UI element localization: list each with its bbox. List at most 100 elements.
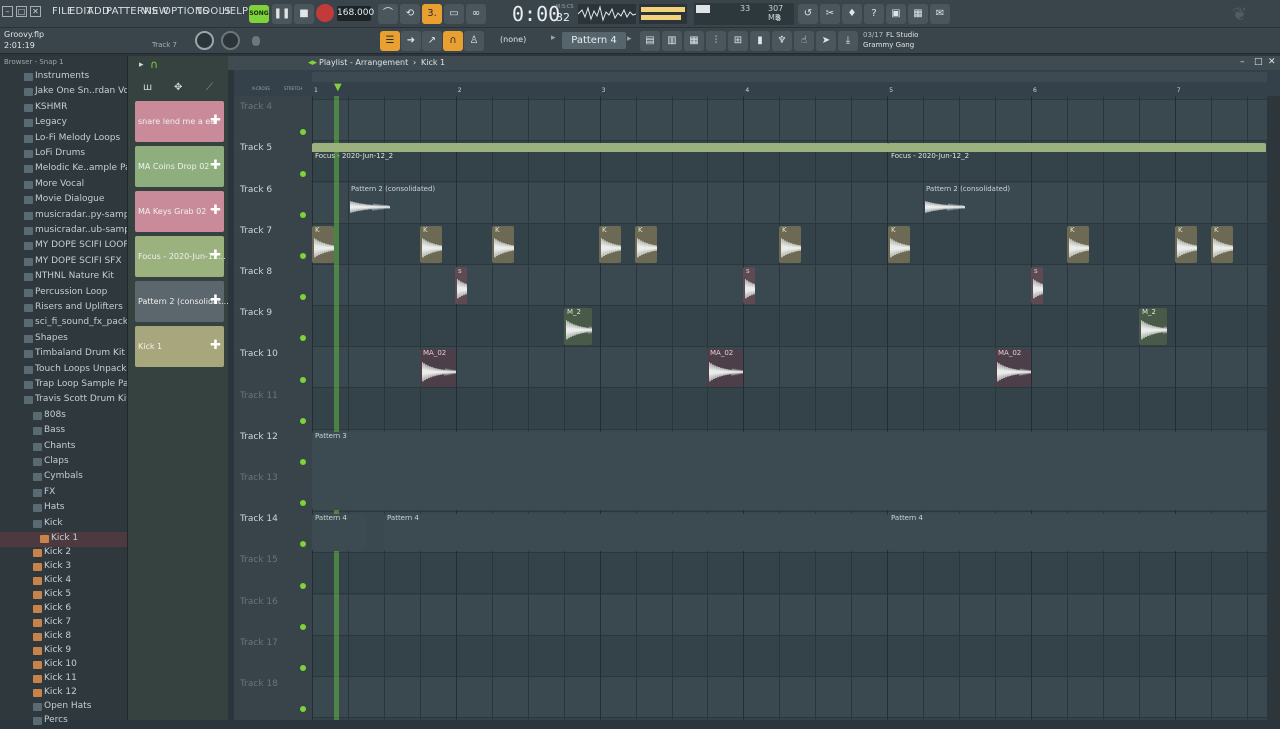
- tempo-display[interactable]: 168.000: [337, 6, 374, 21]
- browser-file[interactable]: Kick 12: [0, 686, 127, 701]
- playlist-icon[interactable]: ▤: [640, 31, 660, 51]
- browser-folder[interactable]: NTHNL Nature Kit: [0, 270, 127, 285]
- close-icon[interactable]: ✕: [30, 6, 41, 17]
- track-name[interactable]: Track 6: [240, 185, 272, 195]
- browser-file[interactable]: Kick 7: [0, 616, 127, 631]
- help-icon[interactable]: ?: [864, 4, 884, 24]
- add-clip-icon[interactable]: ✚: [210, 338, 221, 353]
- menu-help[interactable]: HELP: [222, 6, 248, 17]
- picker-clip[interactable]: MA Coins Drop 02 ✚: [135, 146, 224, 187]
- save-icon[interactable]: ▣: [886, 4, 906, 24]
- browser-folder[interactable]: Touch Loops Unpack: [0, 363, 127, 378]
- browser-file[interactable]: Kick 9: [0, 644, 127, 659]
- browser-folder[interactable]: Timbaland Drum Kit: [0, 347, 127, 362]
- bar-number[interactable]: 4: [745, 87, 749, 94]
- chat-icon[interactable]: ✉: [930, 4, 950, 24]
- audio-clip-pattern2[interactable]: Pattern 2 (consolidated): [923, 185, 1033, 222]
- browser-file[interactable]: Kick 6: [0, 602, 127, 617]
- track-name[interactable]: Track 13: [240, 473, 278, 483]
- track-name[interactable]: Track 12: [240, 432, 278, 442]
- track-mute-led[interactable]: [300, 623, 306, 630]
- browser-folder[interactable]: Instruments: [0, 70, 127, 85]
- bar-number[interactable]: 1: [314, 87, 318, 94]
- audio-clip-kick[interactable]: K: [1211, 225, 1233, 263]
- main-volume-knob[interactable]: [195, 31, 214, 50]
- audio-clip-snare[interactable]: s: [743, 267, 755, 305]
- record-button[interactable]: [316, 4, 334, 22]
- browser-file[interactable]: Kick 5: [0, 588, 127, 603]
- browser-file[interactable]: Kick 11: [0, 672, 127, 687]
- audio-clip-coins[interactable]: M_2: [1139, 308, 1167, 346]
- plugin-icon[interactable]: ♆: [772, 31, 792, 51]
- browser-subfolder[interactable]: FX: [0, 486, 127, 501]
- wait-input-icon[interactable]: ⟲: [400, 4, 420, 24]
- browser-subfolder[interactable]: Open Hats: [0, 700, 127, 715]
- browser-folder[interactable]: Risers and Uplifters: [0, 301, 127, 316]
- pattern-next-arrow-icon[interactable]: ▸: [627, 34, 632, 44]
- grid-icon[interactable]: ▦: [908, 4, 928, 24]
- picker-clip[interactable]: Kick 1 ✚: [135, 326, 224, 367]
- browser-folder[interactable]: Shapes: [0, 332, 127, 347]
- track-name[interactable]: Track 4: [240, 102, 272, 112]
- browser-subfolder[interactable]: 808s: [0, 409, 127, 424]
- bar-number[interactable]: 5: [889, 87, 893, 94]
- add-clip-icon[interactable]: ✚: [210, 158, 221, 173]
- browser-folder[interactable]: musicradar..py-samples: [0, 209, 127, 224]
- countdown-icon[interactable]: 3.: [422, 4, 442, 24]
- audio-clip-kick[interactable]: K: [888, 225, 910, 263]
- picker-brush-icon[interactable]: ⟋: [206, 82, 213, 93]
- audio-clip-focus[interactable]: Focus - 2020-Jun-12_2: [312, 143, 889, 180]
- audio-clip-kick[interactable]: K: [420, 225, 442, 263]
- add-clip-icon[interactable]: ✚: [210, 248, 221, 263]
- browser-folder[interactable]: musicradar..ub-samples: [0, 224, 127, 239]
- audio-clip-kick[interactable]: K: [492, 225, 514, 263]
- metronome-icon[interactable]: ⌒: [378, 4, 398, 24]
- bar-number[interactable]: 2: [458, 87, 462, 94]
- add-clip-icon[interactable]: ✚: [210, 203, 221, 218]
- browser-folder[interactable]: MY DOPE SCIFI SFX: [0, 255, 127, 270]
- track-name[interactable]: Track 18: [240, 679, 278, 689]
- bar-ruler[interactable]: 1 2 3 4 5 6 7: [312, 84, 1267, 96]
- browser-folder[interactable]: LoFi Drums: [0, 147, 127, 162]
- audio-clip-pattern2[interactable]: Pattern 2 (consolidated): [348, 185, 458, 222]
- audio-clip-keys[interactable]: MA_02: [995, 349, 1031, 387]
- audio-clip-coins[interactable]: M_2: [564, 308, 592, 346]
- browser-folder[interactable]: sci_fi_sound_fx_pack: [0, 316, 127, 331]
- pitch-slider[interactable]: [252, 36, 260, 46]
- browser-file[interactable]: Kick 8: [0, 630, 127, 645]
- track-name[interactable]: Track 7: [240, 226, 272, 236]
- cut-icon[interactable]: ✂: [820, 4, 840, 24]
- browser-folder[interactable]: Lo-Fi Melody Loops: [0, 132, 127, 147]
- track-mute-led[interactable]: [300, 417, 306, 424]
- play-button[interactable]: ❚❚: [272, 4, 292, 24]
- track-mute-led[interactable]: [300, 459, 306, 465]
- blend-notes-icon[interactable]: ▭: [444, 4, 464, 24]
- news-title[interactable]: FL Studio: [886, 31, 918, 39]
- audio-clip-snare[interactable]: s: [1031, 267, 1043, 305]
- piano-roll-icon[interactable]: ▥: [662, 31, 682, 51]
- track-name[interactable]: Track 14: [240, 514, 278, 524]
- track-name[interactable]: Track 5: [240, 143, 272, 153]
- add-clip-icon[interactable]: ✚: [210, 293, 221, 308]
- audio-clip-kick[interactable]: K: [779, 225, 801, 263]
- browser-folder[interactable]: Movie Dialogue: [0, 193, 127, 208]
- picker-move-icon[interactable]: ✥: [174, 82, 182, 93]
- tempo-tap-icon[interactable]: ➤: [816, 31, 836, 51]
- track-name[interactable]: Track 15: [240, 555, 278, 565]
- restore-icon[interactable]: □: [16, 6, 27, 17]
- picker-clip[interactable]: snare lend me a ear ✚: [135, 101, 224, 142]
- browser-folder[interactable]: Jake One Sn..rdan Vol. 1: [0, 85, 127, 100]
- browser-folder[interactable]: Percussion Loop: [0, 286, 127, 301]
- browser-file[interactable]: Kick 1: [0, 532, 127, 547]
- pattern-clip-4[interactable]: Pattern 4: [888, 514, 1266, 552]
- audio-clip-keys[interactable]: MA_02: [420, 349, 456, 387]
- browser-folder[interactable]: MY DOPE SCIFI LOOPS: [0, 239, 127, 254]
- browser-subfolder[interactable]: Claps: [0, 455, 127, 470]
- playlist-view-icon[interactable]: ☰: [380, 31, 400, 51]
- stop-button[interactable]: ■: [294, 4, 314, 24]
- track-name[interactable]: Track 8: [240, 267, 272, 277]
- track-mute-led[interactable]: [300, 211, 306, 218]
- download-icon[interactable]: ⤓: [838, 31, 858, 51]
- playlist-play-icon[interactable]: ◂▸: [308, 58, 317, 68]
- browser-subfolder[interactable]: Chants: [0, 440, 127, 455]
